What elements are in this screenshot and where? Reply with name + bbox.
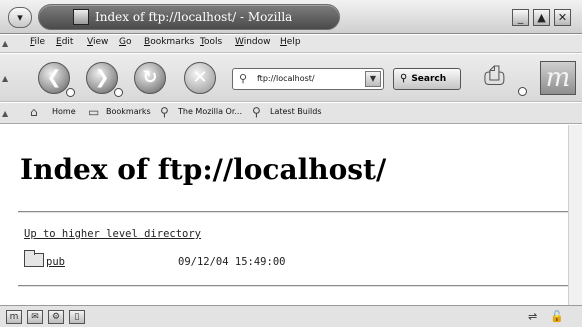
- personal-toolbar-grip-icon[interactable]: ▲: [2, 109, 10, 118]
- status-bar: m ✉ ⚙ ▯ ⇌ 🔓: [0, 305, 582, 327]
- parent-directory-link[interactable]: Up to higher level directory: [24, 228, 201, 240]
- bookmarks-folder-icon: ▭: [88, 105, 100, 119]
- maximize-button[interactable]: ▲: [533, 9, 550, 26]
- link-icon: ⚲: [160, 105, 169, 119]
- stop-button[interactable]: ✕: [184, 62, 216, 94]
- content-scroll-gutter[interactable]: [568, 125, 582, 305]
- menu-file[interactable]: File: [30, 37, 45, 47]
- folder-icon[interactable]: [24, 250, 44, 267]
- home-button[interactable]: Home: [52, 107, 76, 116]
- navbar-grip-icon[interactable]: ▲: [2, 74, 10, 83]
- mozilla-logo-icon: m: [545, 63, 571, 93]
- directory-entry-link[interactable]: pub: [46, 256, 65, 268]
- page-title: Index of ftp://localhost/: [20, 153, 387, 186]
- site-icon: ⚲: [239, 72, 248, 85]
- menu-go[interactable]: Go: [119, 37, 132, 47]
- security-lock-icon[interactable]: 🔓: [550, 310, 564, 323]
- print-dropdown[interactable]: [518, 87, 527, 96]
- menu-tools[interactable]: Tools: [200, 37, 222, 47]
- bookmark-mozilla-org[interactable]: The Mozilla Or...: [178, 107, 242, 116]
- online-status-icon[interactable]: ⇌: [528, 310, 537, 323]
- back-history-dropdown[interactable]: [66, 88, 75, 97]
- back-arrow-icon: ❮: [46, 67, 62, 88]
- window-menu-button[interactable]: ▾: [8, 7, 32, 28]
- home-icon: ⌂: [30, 105, 38, 119]
- menu-window[interactable]: Window: [235, 37, 271, 47]
- divider: [18, 211, 568, 213]
- menu-help[interactable]: Help: [280, 37, 301, 47]
- reload-button[interactable]: ↻: [134, 62, 166, 94]
- address-book-icon[interactable]: ▯: [69, 310, 85, 324]
- bookmarks-button[interactable]: Bookmarks: [106, 107, 151, 116]
- navigation-toolbar: ▲ ❮ ❯ ↻ ✕ ⚲ ftp://localhost/ ▼ ⚲ Search ⎙…: [0, 54, 582, 102]
- url-history-dropdown[interactable]: ▼: [365, 71, 381, 87]
- page-content: Index of ftp://localhost/ Up to higher l…: [0, 125, 568, 305]
- mozilla-throbber[interactable]: m: [540, 61, 576, 95]
- back-button[interactable]: ❮: [38, 62, 70, 94]
- divider: [18, 285, 568, 287]
- forward-button[interactable]: ❯: [86, 62, 118, 94]
- window-titlebar: ▾ Index of ftp://localhost/ - Mozilla _ …: [0, 0, 582, 34]
- search-icon: ⚲: [400, 73, 408, 84]
- menu-bookmarks[interactable]: Bookmarks: [144, 37, 194, 47]
- navigator-icon[interactable]: m: [6, 310, 22, 324]
- window-title: Index of ftp://localhost/ - Mozilla: [95, 10, 293, 24]
- forward-history-dropdown[interactable]: [114, 88, 123, 97]
- search-button[interactable]: ⚲ Search: [393, 68, 461, 90]
- search-button-label: Search: [411, 74, 447, 84]
- print-icon: ⎙: [484, 61, 505, 91]
- link-icon: ⚲: [252, 105, 261, 119]
- forward-arrow-icon: ❯: [94, 67, 110, 88]
- personal-toolbar: ▲ ⌂ Home ▭ Bookmarks ⚲ The Mozilla Or...…: [0, 103, 582, 124]
- entry-modified-date: 09/12/04 15:49:00: [178, 256, 286, 268]
- bookmark-latest-builds[interactable]: Latest Builds: [270, 107, 322, 116]
- composer-icon[interactable]: ⚙: [48, 310, 64, 324]
- minimize-button[interactable]: _: [512, 9, 529, 26]
- reload-icon: ↻: [142, 67, 158, 88]
- menu-edit[interactable]: Edit: [56, 37, 73, 47]
- stop-icon: ✕: [192, 67, 208, 88]
- window-title-pill: Index of ftp://localhost/ - Mozilla: [38, 4, 340, 30]
- mozilla-app-icon: [73, 9, 89, 25]
- close-button[interactable]: ✕: [554, 9, 571, 26]
- mail-icon[interactable]: ✉: [27, 310, 43, 324]
- menu-bar: ▲ File Edit View Go Bookmarks Tools Wind…: [0, 35, 582, 53]
- menu-view[interactable]: View: [87, 37, 108, 47]
- url-bar[interactable]: ⚲ ftp://localhost/ ▼: [232, 68, 384, 90]
- menubar-grip-icon[interactable]: ▲: [2, 39, 10, 48]
- url-input[interactable]: ftp://localhost/: [257, 74, 315, 83]
